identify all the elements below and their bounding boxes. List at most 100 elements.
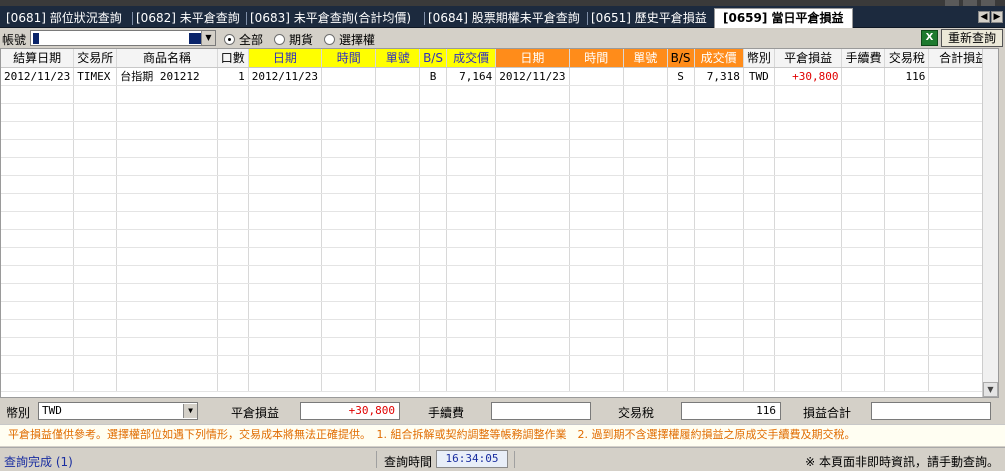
- account-label: 帳號: [2, 33, 27, 47]
- empty-row: [1, 85, 998, 104]
- empty-row: [1, 283, 998, 302]
- vertical-scrollbar[interactable]: ▼: [982, 49, 998, 397]
- tab-0659[interactable]: [0659] 當日平倉損益: [714, 8, 853, 28]
- account-select[interactable]: ▼: [30, 30, 216, 46]
- summary-total-field: [871, 402, 991, 420]
- col-buy-bs[interactable]: B/S: [419, 49, 447, 68]
- cell-buy-date: 2012/11/23: [248, 67, 322, 86]
- currency-value: TWD: [42, 404, 62, 417]
- cell-buy-order: [375, 67, 421, 86]
- radio-icon: [274, 34, 285, 45]
- cell-buy-price: 7,164: [446, 67, 497, 86]
- status-message: 查詢完成 (1): [4, 455, 73, 469]
- col-buy-date[interactable]: 日期: [248, 49, 322, 68]
- col-sell-bs[interactable]: B/S: [667, 49, 695, 68]
- tab-0682[interactable]: [0682] 未平倉查詢: [134, 9, 242, 28]
- currency-select[interactable]: TWD ▼: [38, 402, 198, 420]
- scroll-down-icon[interactable]: ▼: [983, 382, 998, 397]
- radio-icon: [324, 34, 335, 45]
- tab-bar: [0681] 部位狀況查詢 [0682] 未平倉查詢 [0683] 未平倉查詢(…: [0, 6, 1005, 28]
- excel-icon[interactable]: X: [921, 30, 938, 46]
- summary-fee-label: 手續費: [428, 406, 465, 420]
- col-qty[interactable]: 口數: [217, 49, 249, 68]
- empty-row: [1, 373, 998, 392]
- cell-sell-price: 7,318: [694, 67, 744, 86]
- status-bar: 查詢完成 (1) 查詢時間 16:34:05 ※ 本頁面非即時資訊，請手動查詢。: [0, 447, 1005, 471]
- filter-all-radio[interactable]: 全部: [224, 31, 263, 48]
- empty-row: [1, 355, 998, 374]
- empty-row: [1, 157, 998, 176]
- cell-sell-order: [623, 67, 668, 86]
- col-sell-price[interactable]: 成交價: [694, 49, 744, 68]
- query-time-label: 查詢時間: [384, 455, 433, 469]
- cell-qty: 1: [217, 67, 249, 86]
- tab-0684[interactable]: [0684] 股票期權未平倉查詢: [426, 9, 582, 28]
- empty-row: [1, 247, 998, 266]
- summary-pnl-field: +30,800: [300, 402, 400, 420]
- col-buy-order[interactable]: 單號: [375, 49, 421, 68]
- filter-futures-radio[interactable]: 期貨: [274, 31, 313, 48]
- summary-fee-field: [491, 402, 591, 420]
- table-header-row: 結算日期 交易所 商品名稱 口數 日期 時間 單號 B/S 成交價 日期 時間 …: [1, 49, 998, 68]
- cell-pnl: +30,800: [774, 67, 843, 86]
- cell-fee: [841, 67, 886, 86]
- empty-row: [1, 265, 998, 284]
- filter-options-radio[interactable]: 選擇權: [324, 31, 375, 48]
- cell-product: 台指期 201212: [116, 67, 218, 86]
- cell-sell-bs: S: [667, 67, 695, 86]
- cell-settle-date: 2012/11/23: [1, 67, 75, 86]
- cell-tax: 116: [884, 67, 930, 86]
- toolbar: 帳號 ▼ 全部 期貨 選擇權 X 重新查詢: [0, 28, 1005, 48]
- empty-row: [1, 139, 998, 158]
- summary-currency-label: 幣別: [6, 406, 31, 420]
- empty-row: [1, 121, 998, 140]
- col-settle-date[interactable]: 結算日期: [1, 49, 75, 68]
- col-fee[interactable]: 手續費: [841, 49, 886, 68]
- table-body: 2012/11/23 TIMEX 台指期 201212 1 2012/11/23…: [1, 67, 998, 392]
- cell-currency: TWD: [743, 67, 775, 86]
- col-currency[interactable]: 幣別: [743, 49, 775, 68]
- empty-row: [1, 175, 998, 194]
- tab-0681[interactable]: [0681] 部位狀況查詢: [4, 9, 124, 28]
- results-grid: 結算日期 交易所 商品名稱 口數 日期 時間 單號 B/S 成交價 日期 時間 …: [0, 48, 999, 398]
- summary-bar: 幣別 TWD ▼ 平倉損益 +30,800 手續費 交易稅 116 損益合計: [0, 400, 1005, 422]
- empty-row: [1, 103, 998, 122]
- col-sell-time[interactable]: 時間: [569, 49, 624, 68]
- empty-row: [1, 319, 998, 338]
- disclaimer-note: 平倉損益僅供參考。選擇權部位如遇下列情形，交易成本將無法正確提供。 1. 組合拆…: [0, 424, 1005, 446]
- chevron-down-icon[interactable]: ▼: [201, 31, 215, 45]
- tab-0651[interactable]: [0651] 歷史平倉損益: [589, 9, 709, 28]
- empty-row: [1, 193, 998, 212]
- col-sell-order[interactable]: 單號: [623, 49, 668, 68]
- col-exchange[interactable]: 交易所: [73, 49, 118, 68]
- col-buy-time[interactable]: 時間: [321, 49, 377, 68]
- refresh-button[interactable]: 重新查詢: [941, 29, 1003, 47]
- cell-exchange: TIMEX: [73, 67, 118, 86]
- chevron-down-icon[interactable]: ▼: [183, 404, 197, 418]
- results-table: 結算日期 交易所 商品名稱 口數 日期 時間 單號 B/S 成交價 日期 時間 …: [1, 49, 998, 392]
- chevron-right-icon[interactable]: ▶: [991, 11, 1003, 23]
- empty-row: [1, 229, 998, 248]
- summary-pnl-label: 平倉損益: [231, 406, 280, 420]
- empty-row: [1, 301, 998, 320]
- table-row[interactable]: 2012/11/23 TIMEX 台指期 201212 1 2012/11/23…: [1, 67, 998, 86]
- cell-buy-time: [321, 67, 377, 86]
- col-pnl[interactable]: 平倉損益: [774, 49, 843, 68]
- col-product[interactable]: 商品名稱: [116, 49, 218, 68]
- col-buy-price[interactable]: 成交價: [446, 49, 497, 68]
- summary-tax-label: 交易稅: [618, 406, 655, 420]
- summary-total-label: 損益合計: [803, 406, 852, 420]
- empty-row: [1, 211, 998, 230]
- cell-sell-time: [569, 67, 624, 86]
- tab-scroll[interactable]: ◀ ▶: [977, 11, 1003, 23]
- col-sell-date[interactable]: 日期: [495, 49, 570, 68]
- chevron-left-icon[interactable]: ◀: [978, 11, 990, 23]
- cell-buy-bs: B: [419, 67, 447, 86]
- cell-sell-date: 2012/11/23: [495, 67, 570, 86]
- tab-0683[interactable]: [0683] 未平倉查詢(合計均價): [248, 9, 413, 28]
- realtime-warning: ※ 本頁面非即時資訊，請手動查詢。: [805, 455, 999, 469]
- col-tax[interactable]: 交易稅: [884, 49, 930, 68]
- empty-row: [1, 337, 998, 356]
- radio-icon: [224, 34, 235, 45]
- summary-tax-field: 116: [681, 402, 781, 420]
